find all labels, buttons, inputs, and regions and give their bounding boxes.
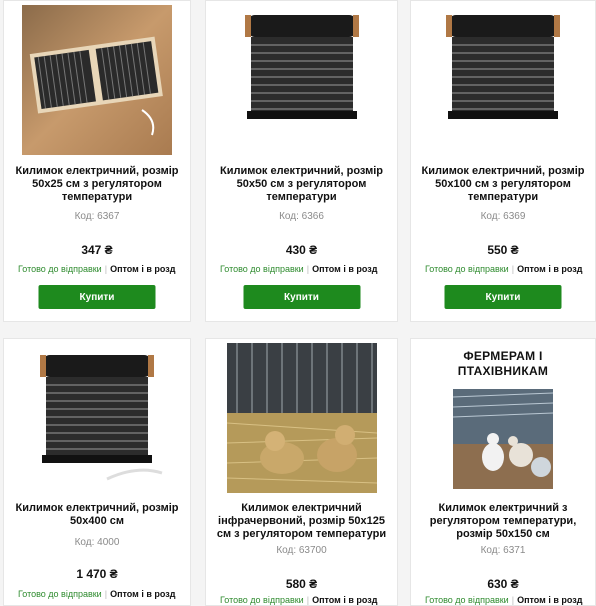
product-price: 630 ₴	[487, 577, 519, 591]
chickens-photo	[453, 389, 553, 489]
product-price: 550 ₴	[487, 243, 519, 257]
ready-to-ship-label: Готово до відправки	[425, 264, 509, 274]
wholesale-label: Оптом і в розд	[517, 595, 583, 605]
status-separator: |	[511, 264, 515, 274]
ready-to-ship-label: Готово до відправки	[18, 589, 102, 599]
status-separator: |	[104, 589, 108, 599]
availability-status: Готово до відправки | Оптом і в розд	[220, 264, 391, 274]
status-separator: |	[104, 264, 108, 274]
product-image-film-roll[interactable]	[226, 11, 377, 121]
wholesale-label: Оптом і в розд	[110, 264, 176, 274]
buy-button[interactable]: Купити	[444, 285, 562, 309]
buy-button[interactable]: Купити	[243, 285, 360, 309]
product-image-farmers[interactable]: ФЕРМЕРАМ І ПТАХІВНИКАМ	[428, 349, 578, 493]
image-caption: ФЕРМЕРАМ І ПТАХІВНИКАМ	[457, 349, 549, 378]
wholesale-label: Оптом і в розд	[110, 589, 176, 599]
product-code: Код: 6366	[279, 211, 324, 222]
product-price: 430 ₴	[285, 243, 318, 257]
ready-to-ship-label: Готово до відправки	[220, 595, 304, 605]
wholesale-label: Оптом і в розд	[517, 264, 583, 274]
buy-button[interactable]: Купити	[38, 285, 156, 309]
availability-status: Готово до відправки | Оптом і в розд	[220, 595, 391, 605]
product-card[interactable]: Килимок електричний, розмір 50х100 см з …	[410, 0, 596, 322]
product-title[interactable]: Килимок електричний, розмір 50х25 см з р…	[12, 165, 182, 204]
status-separator: |	[306, 264, 310, 274]
product-code: Код: 6369	[480, 211, 526, 222]
availability-status: Готово до відправки | Оптом і в розд	[18, 264, 184, 274]
product-card[interactable]: ФЕРМЕРАМ І ПТАХІВНИКАМ Килимок електричн…	[410, 338, 596, 606]
product-grid: Килимок електричний, розмір 50х25 см з р…	[0, 0, 596, 606]
status-separator: |	[306, 595, 310, 605]
product-image-film-roll[interactable]	[22, 351, 172, 481]
product-code: Код: 6371	[480, 545, 526, 556]
product-card[interactable]: Килимок електричний, розмір 50х400 см Ко…	[3, 338, 191, 606]
product-price: 580 ₴	[285, 577, 318, 591]
ready-to-ship-label: Готово до відправки	[220, 264, 304, 274]
wholesale-label: Оптом і в розд	[312, 595, 378, 605]
availability-status: Готово до відправки | Оптом і в розд	[425, 595, 589, 605]
ready-to-ship-label: Готово до відправки	[425, 595, 509, 605]
product-price: 1 470 ₴	[76, 567, 118, 581]
product-image-film-roll[interactable]	[428, 11, 578, 121]
product-title[interactable]: Килимок електричний, розмір 50х50 см з р…	[214, 165, 389, 204]
product-price: 347 ₴	[81, 243, 113, 257]
product-card[interactable]: Килимок електричний інфрачервоний, розмі…	[205, 338, 398, 606]
wholesale-label: Оптом і в розд	[312, 264, 378, 274]
product-title[interactable]: Килимок електричний інфрачервоний, розмі…	[214, 502, 389, 541]
product-code: Код: 63700	[276, 545, 327, 556]
availability-status: Готово до відправки | Оптом і в розд	[425, 264, 589, 274]
product-card[interactable]: Килимок електричний, розмір 50х50 см з р…	[205, 0, 398, 322]
product-card[interactable]: Килимок електричний, розмір 50х25 см з р…	[3, 0, 191, 322]
status-separator: |	[511, 595, 515, 605]
product-title[interactable]: Килимок електричний, розмір 50х400 см	[12, 502, 182, 528]
ready-to-ship-label: Готово до відправки	[18, 264, 102, 274]
product-title[interactable]: Килимок електричний з регулятором темпер…	[419, 502, 587, 541]
product-image-chicks-under-infrared[interactable]	[226, 343, 377, 493]
product-code: Код: 6367	[74, 211, 120, 222]
product-title[interactable]: Килимок електричний, розмір 50х100 см з …	[419, 165, 587, 204]
product-code: Код: 4000	[74, 537, 120, 548]
product-image-wood-heating-mat[interactable]	[22, 5, 172, 155]
availability-status: Готово до відправки | Оптом і в розд	[18, 589, 184, 599]
